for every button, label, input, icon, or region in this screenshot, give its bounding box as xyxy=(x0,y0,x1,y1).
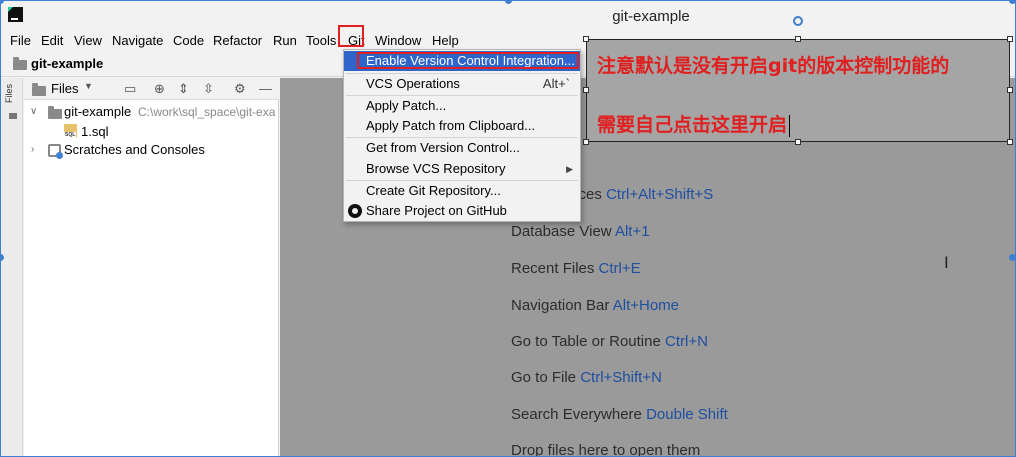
github-icon xyxy=(348,204,362,218)
tree-root-path: C:\work\sql_space\git-exa xyxy=(138,105,276,119)
resize-handle[interactable] xyxy=(1007,87,1013,93)
hint-shortcut: Alt+Home xyxy=(612,297,680,314)
menu-tools[interactable]: Tools xyxy=(306,33,336,48)
hint-text: Navigation Bar xyxy=(511,297,610,314)
gear-icon[interactable]: ⚙ xyxy=(234,81,246,97)
tool-window-strip: Files xyxy=(1,78,23,456)
hint-recent-files: Recent Files Ctrl+E xyxy=(511,260,641,277)
menu-item-label: Share Project on GitHub xyxy=(366,203,507,218)
menu-run[interactable]: Run xyxy=(273,33,297,48)
submenu-arrow-icon: ▶ xyxy=(566,164,573,174)
menu-item-label: Apply Patch... xyxy=(366,98,447,113)
window-title: git-example xyxy=(612,8,690,25)
text-caret xyxy=(789,114,791,137)
files-tool-tab[interactable]: Files xyxy=(4,84,14,103)
hint-text: Drop files here to open them xyxy=(511,442,701,457)
project-panel-toolbar: Files ▼ ▭ ⊕ ⇕ ⇳ ⚙ — xyxy=(24,78,279,100)
tree-file-name: 1.sql xyxy=(81,124,109,139)
git-menu-dropdown: Enable Version Control Integration... VC… xyxy=(343,49,581,222)
menu-item-browse-vcs[interactable]: Browse VCS Repository ▶ xyxy=(344,159,580,179)
ide-window: git-example File Edit View Navigate Code… xyxy=(0,0,1016,457)
open-folder-icon[interactable]: ▭ xyxy=(124,81,136,97)
menu-item-vcs-operations[interactable]: VCS Operations Alt+` xyxy=(344,74,580,94)
hint-shortcut: Ctrl+Alt+Shift+S xyxy=(606,186,714,203)
scratches-icon xyxy=(48,144,63,159)
text-cursor-icon: Ⅰ xyxy=(944,255,949,272)
chevron-down-icon[interactable]: ▼ xyxy=(84,81,93,91)
hint-text: Go to Table or Routine xyxy=(511,333,661,350)
hint-go-to-table: Go to Table or Routine Ctrl+N xyxy=(511,333,708,350)
menu-navigate[interactable]: Navigate xyxy=(112,33,163,48)
hint-text: Recent Files xyxy=(511,260,595,277)
menu-item-apply-patch[interactable]: Apply Patch... xyxy=(344,96,580,116)
annotation-box[interactable]: 注意默认是没有开启git的版本控制功能的 需要自己点击这里开启 xyxy=(583,36,1013,145)
project-panel: Files ▼ ▭ ⊕ ⇕ ⇳ ⚙ — ∨ git-example C:\wor… xyxy=(24,78,279,456)
hint-shortcut: Alt+1 xyxy=(614,223,650,240)
menu-item-label: Create Git Repository... xyxy=(366,183,501,198)
resize-handle[interactable] xyxy=(1007,139,1013,145)
chevron-right-icon[interactable]: › xyxy=(31,144,34,155)
menu-item-label: Browse VCS Repository xyxy=(366,161,506,176)
resize-handle[interactable] xyxy=(583,139,589,145)
menu-item-shortcut: Alt+` xyxy=(542,76,570,91)
resize-handle[interactable] xyxy=(583,87,589,93)
hint-database-view: Database View Alt+1 xyxy=(511,223,650,240)
menu-file[interactable]: File xyxy=(10,33,31,48)
hint-drop-files: Drop files here to open them xyxy=(511,442,701,457)
folder-icon xyxy=(48,106,62,119)
datagrip-app-icon xyxy=(8,7,23,22)
annotation-line-2: 需要自己点击这里开启 xyxy=(597,110,791,137)
hint-shortcut: Double Shift xyxy=(646,406,728,423)
view-selector[interactable]: Files xyxy=(51,81,78,96)
locate-icon[interactable]: ⊕ xyxy=(154,81,165,97)
recording-indicator-icon xyxy=(793,16,803,26)
hint-navigation-bar: Navigation Bar Alt+Home xyxy=(511,297,679,314)
chevron-down-icon[interactable]: ∨ xyxy=(30,106,37,117)
hint-go-to-file: Go to File Ctrl+Shift+N xyxy=(511,369,662,386)
hint-shortcut: Ctrl+N xyxy=(665,333,708,350)
folder-icon xyxy=(13,57,27,70)
menu-item-label: Apply Patch from Clipboard... xyxy=(366,118,536,133)
menu-help[interactable]: Help xyxy=(432,33,459,48)
menu-item-label: Get from Version Control... xyxy=(366,140,520,155)
menu-window[interactable]: Window xyxy=(375,33,421,48)
git-menu-highlight-box xyxy=(338,25,364,47)
menu-refactor[interactable]: Refactor xyxy=(213,33,262,48)
enable-vcs-highlight-box xyxy=(357,52,579,69)
menu-code[interactable]: Code xyxy=(173,33,204,48)
hint-text: Search Everywhere xyxy=(511,406,642,423)
menu-item-get-from-vcs[interactable]: Get from Version Control... xyxy=(344,138,580,158)
expand-all-icon[interactable]: ⇕ xyxy=(178,81,189,97)
resize-handle[interactable] xyxy=(795,36,801,42)
menu-view[interactable]: View xyxy=(74,33,102,48)
hide-panel-icon[interactable]: — xyxy=(259,81,272,97)
folder-icon xyxy=(32,83,46,96)
collapse-all-icon[interactable]: ⇳ xyxy=(203,81,214,97)
annotation-line-1: 注意默认是没有开启git的版本控制功能的 xyxy=(597,55,950,77)
resize-handle[interactable] xyxy=(1007,36,1013,42)
hint-text: Database View xyxy=(511,223,612,240)
resize-handle[interactable] xyxy=(583,36,589,42)
tree-scratches-label: Scratches and Consoles xyxy=(64,142,205,157)
tree-root-name: git-example xyxy=(64,104,132,119)
menu-item-label: VCS Operations xyxy=(366,76,460,91)
annotation-line-2-text: 需要自己点击这里开启 xyxy=(597,114,788,136)
hint-search-everywhere: Search Everywhere Double Shift xyxy=(511,406,728,423)
menu-item-create-git-repo[interactable]: Create Git Repository... xyxy=(344,181,580,201)
hint-shortcut: Ctrl+E xyxy=(598,260,641,277)
folder-icon xyxy=(9,113,17,119)
hint-text: Go to File xyxy=(511,369,577,386)
title-bar: git-example xyxy=(1,1,1015,31)
breadcrumb-project[interactable]: git-example xyxy=(31,56,103,71)
resize-handle[interactable] xyxy=(795,139,801,145)
menu-edit[interactable]: Edit xyxy=(41,33,63,48)
menu-item-apply-patch-clipboard[interactable]: Apply Patch from Clipboard... xyxy=(344,116,580,136)
frame-handle[interactable] xyxy=(1009,254,1016,261)
sql-file-icon xyxy=(64,124,77,138)
hint-shortcut: Ctrl+Shift+N xyxy=(580,369,662,386)
menu-item-share-github[interactable]: Share Project on GitHub xyxy=(344,201,580,221)
